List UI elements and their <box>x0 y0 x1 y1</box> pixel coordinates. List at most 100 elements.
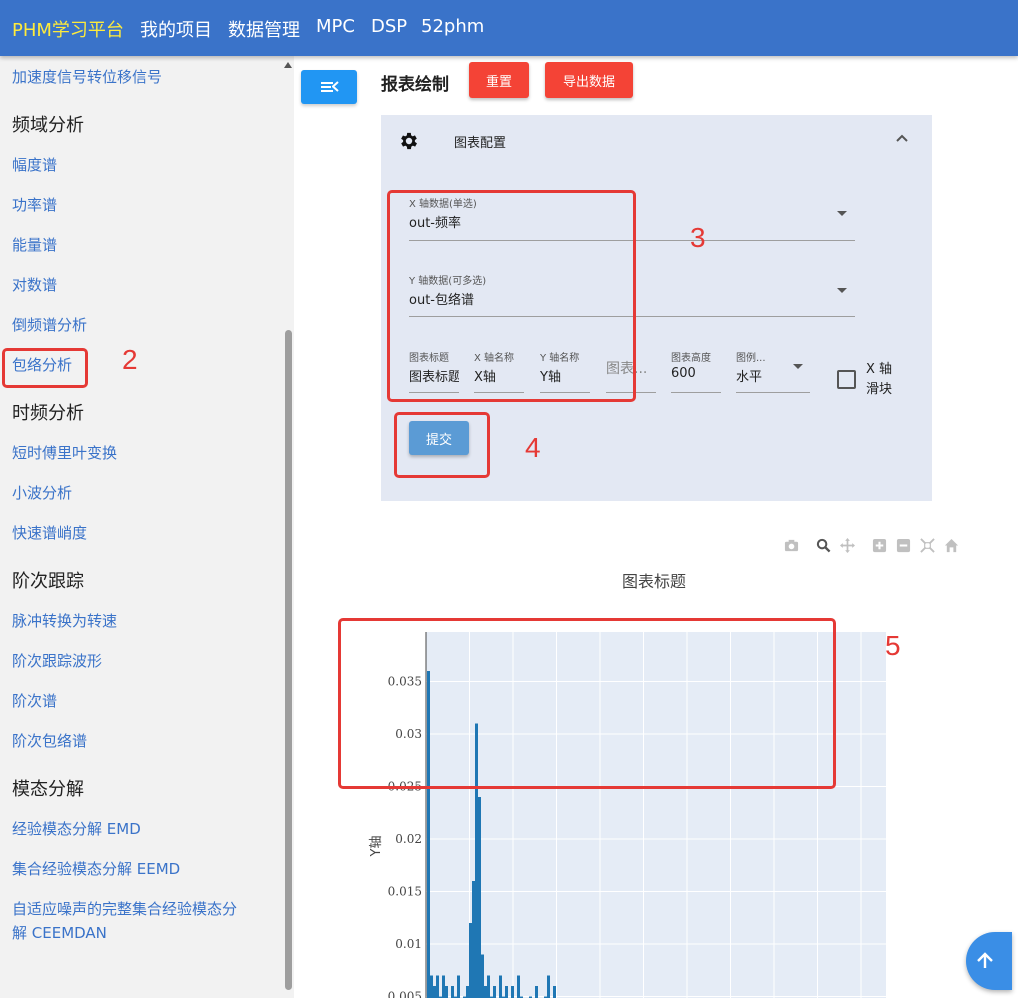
x-data-dropdown-arrow-icon[interactable] <box>837 211 847 216</box>
export-data-button[interactable]: 导出数据 <box>545 62 633 98</box>
y-name-input[interactable]: Y轴 <box>540 366 590 385</box>
bar <box>505 986 508 998</box>
sidebar-item-pulse-to-speed[interactable]: 脉冲转换为转速 <box>12 610 117 631</box>
sidebar-item-energy-spectrum[interactable]: 能量谱 <box>12 234 57 255</box>
chevron-up-icon[interactable] <box>895 133 909 143</box>
camera-icon[interactable] <box>784 538 799 553</box>
chart-title-input[interactable]: 图表标题 <box>409 366 459 385</box>
sidebar: 加速度信号转位移信号 频域分析 幅度谱 功率谱 能量谱 对数谱 倒频谱分析 包络… <box>0 56 282 998</box>
sidebar-item-order-envelope[interactable]: 阶次包络谱 <box>12 730 87 751</box>
scroll-to-top-button[interactable] <box>966 932 1012 990</box>
y-data-label: Y 轴数据(可多选) <box>409 276 487 287</box>
panel-title: 图表配置 <box>454 136 507 151</box>
bar <box>499 975 502 998</box>
bar <box>433 986 436 998</box>
x-data-label: X 轴数据(单选) <box>409 199 477 210</box>
bar <box>517 975 520 998</box>
zoom-in-icon[interactable] <box>872 538 887 553</box>
bar <box>487 975 490 998</box>
bar <box>451 986 454 998</box>
scroll-up-arrow-icon[interactable] <box>284 62 292 68</box>
reset-axes-icon[interactable] <box>944 538 959 553</box>
top-navbar: PHM学习平台 我的项目 数据管理 MPC DSP 52phm <box>0 0 1018 56</box>
pan-icon[interactable] <box>840 538 855 553</box>
submit-button[interactable]: 提交 <box>409 421 469 455</box>
sidebar-item-cepstrum[interactable]: 倒频谱分析 <box>12 314 87 335</box>
arrow-up-icon <box>977 952 993 968</box>
bar <box>466 986 469 998</box>
sidebar-item-power-spectrum[interactable]: 功率谱 <box>12 194 57 215</box>
sidebar-heading-modal: 模态分解 <box>12 779 84 800</box>
nav-data-management[interactable]: 数据管理 <box>228 16 300 42</box>
reset-button[interactable]: 重置 <box>469 62 529 98</box>
annotation-number-2: 2 <box>122 344 138 375</box>
bar <box>436 975 439 998</box>
sidebar-item-ceemdan[interactable]: 自适应噪声的完整集合经验模态分 <box>12 898 237 919</box>
zoom-icon[interactable] <box>816 538 831 553</box>
chevron-left-icon <box>332 81 339 92</box>
chart-height-label: 图表高度 <box>671 353 711 364</box>
chart-title-label: 图表标题 <box>409 353 449 364</box>
zoom-out-icon[interactable] <box>896 538 911 553</box>
sidebar-item-emd[interactable]: 经验模态分解 EMD <box>12 818 141 839</box>
nav-52phm[interactable]: 52phm <box>421 16 484 37</box>
collapse-menu-button[interactable] <box>301 70 357 104</box>
bar <box>427 671 430 998</box>
nav-dsp[interactable]: DSP <box>371 16 407 37</box>
annotation-number-3: 3 <box>690 222 706 253</box>
chart-height-input[interactable]: 600 <box>671 366 721 381</box>
y-tick-label: 0.005 <box>388 990 422 998</box>
y-tick-label: 0.025 <box>388 780 422 794</box>
y-tick-label: 0.035 <box>388 675 422 689</box>
y-tick-label: 0.01 <box>395 937 422 951</box>
sidebar-heading-order-tracking: 阶次跟踪 <box>12 571 84 592</box>
sidebar-item-fast-kurtogram[interactable]: 快速谱峭度 <box>12 522 87 543</box>
bar <box>445 986 448 998</box>
bar <box>478 797 481 998</box>
sidebar-item-accel-to-disp[interactable]: 加速度信号转位移信号 <box>12 66 162 87</box>
bar <box>457 975 460 998</box>
bar <box>535 986 538 998</box>
autoscale-icon[interactable] <box>920 538 935 553</box>
nav-my-projects[interactable]: 我的项目 <box>140 16 212 42</box>
sidebar-item-order-waveform[interactable]: 阶次跟踪波形 <box>12 650 102 671</box>
chart-plot[interactable]: 0.005 0.01 0.015 0.02 0.025 0.03 0.035 Y轴 <box>340 600 900 998</box>
sidebar-item-stft[interactable]: 短时傅里叶变换 <box>12 442 117 463</box>
bar <box>481 954 484 998</box>
gear-icon <box>401 132 417 150</box>
y-data-select[interactable]: out-包络谱 <box>409 289 829 308</box>
x-slider-label: X 轴 滑块 <box>866 362 893 397</box>
y-axis-title: Y轴 <box>369 836 384 858</box>
sidebar-item-amplitude-spectrum[interactable]: 幅度谱 <box>12 154 57 175</box>
sidebar-item-eemd[interactable]: 集合经验模态分解 EEMD <box>12 858 180 879</box>
y-tick-label: 0.015 <box>388 885 422 899</box>
scrollbar-thumb[interactable] <box>285 330 292 990</box>
sidebar-item-envelope-analysis[interactable]: 包络分析 <box>12 354 72 375</box>
sidebar-item-order-spectrum[interactable]: 阶次谱 <box>12 690 57 711</box>
x-data-select[interactable]: out-频率 <box>409 212 829 231</box>
page-title: 报表绘制 <box>381 75 449 95</box>
sidebar-item-log-spectrum[interactable]: 对数谱 <box>12 274 57 295</box>
bar <box>475 723 478 998</box>
nav-mpc[interactable]: MPC <box>316 16 355 37</box>
legend-dropdown-arrow-icon[interactable] <box>793 364 803 369</box>
x-name-label: X 轴名称 <box>474 353 515 364</box>
bar <box>442 975 445 998</box>
annotation-number-5: 5 <box>885 630 901 661</box>
chart-title: 图表标题 <box>622 572 687 591</box>
bar <box>484 986 487 998</box>
bar <box>472 881 475 998</box>
bar <box>469 923 472 998</box>
legend-select[interactable]: 水平 <box>736 366 786 385</box>
x-slider-checkbox[interactable] <box>837 370 856 389</box>
sidebar-item-ceemdan-cont[interactable]: 解 CEEMDAN <box>12 922 107 943</box>
y-data-dropdown-arrow-icon[interactable] <box>837 288 847 293</box>
chart-width-input[interactable]: 图表... <box>606 358 656 378</box>
bar <box>553 986 556 998</box>
sidebar-heading-time-frequency: 时频分析 <box>12 403 84 424</box>
sidebar-item-wavelet[interactable]: 小波分析 <box>12 482 72 503</box>
chart-config-panel: 图表配置 X 轴数据(单选) out-频率 Y 轴数据(可多选) out-包络谱… <box>381 115 932 501</box>
brand-logo[interactable]: PHM学习平台 <box>12 16 124 42</box>
x-name-input[interactable]: X轴 <box>474 366 524 385</box>
bar <box>430 975 433 998</box>
